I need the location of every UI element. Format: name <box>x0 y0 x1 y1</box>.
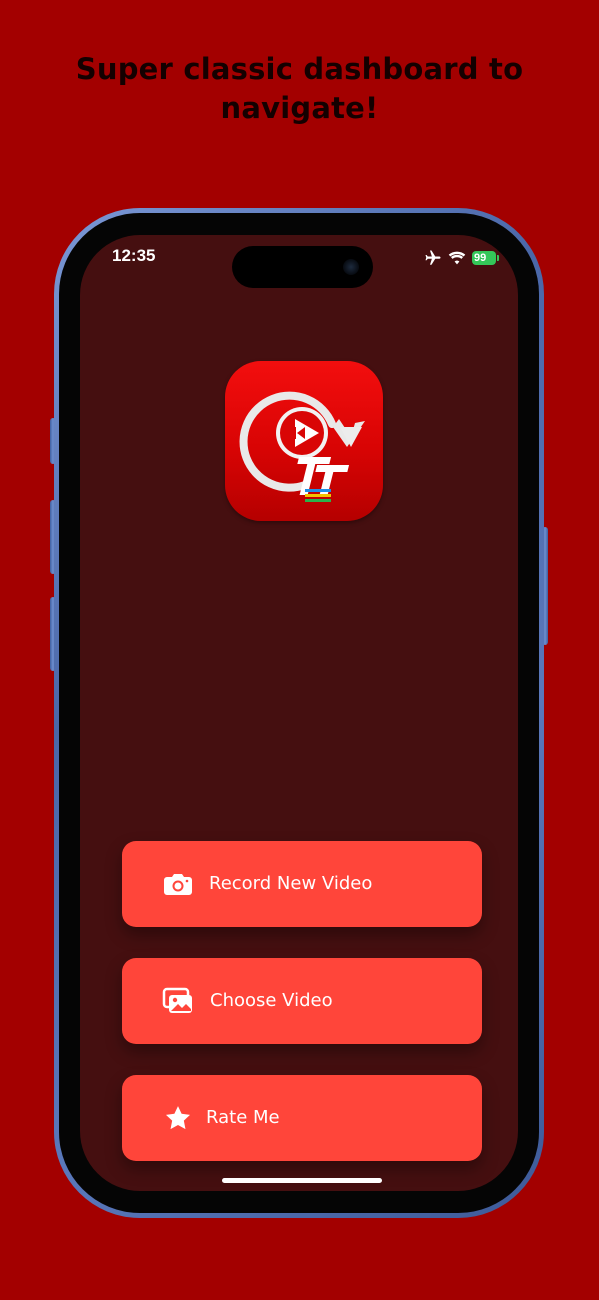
camera-icon <box>162 870 194 898</box>
airplane-icon <box>425 250 441 265</box>
record-new-video-label: Record New Video <box>209 873 373 894</box>
dynamic-island <box>232 246 373 288</box>
wifi-icon <box>448 251 466 265</box>
phone-bezel: 12:35 99 Record New Video Choose Video R… <box>59 213 539 1213</box>
choose-video-button[interactable]: Choose Video <box>122 958 482 1044</box>
choose-video-label: Choose Video <box>210 990 333 1011</box>
app-screen: 12:35 99 Record New Video Choose Video R… <box>80 235 518 1191</box>
status-time: 12:35 <box>112 246 156 265</box>
battery-charging-icon: 99 <box>472 251 499 265</box>
headline-line-1: Super classic dashboard to <box>75 52 524 86</box>
status-icons: 99 <box>424 248 499 268</box>
headline-line-2: navigate! <box>220 91 379 125</box>
home-indicator[interactable] <box>222 1178 382 1183</box>
photo-library-icon <box>162 987 194 1015</box>
app-logo-icon <box>225 361 383 521</box>
rate-me-button[interactable]: Rate Me <box>122 1075 482 1161</box>
front-camera-icon <box>343 259 359 275</box>
rate-me-label: Rate Me <box>206 1107 280 1128</box>
app-logo-graphic <box>239 391 365 502</box>
record-new-video-button[interactable]: Record New Video <box>122 841 482 927</box>
marketing-headline: Super classic dashboard to navigate! <box>0 50 599 128</box>
battery-level: 99 <box>474 252 487 264</box>
star-icon <box>162 1104 194 1132</box>
phone-mockup: 12:35 99 Record New Video Choose Video R… <box>54 208 544 1218</box>
